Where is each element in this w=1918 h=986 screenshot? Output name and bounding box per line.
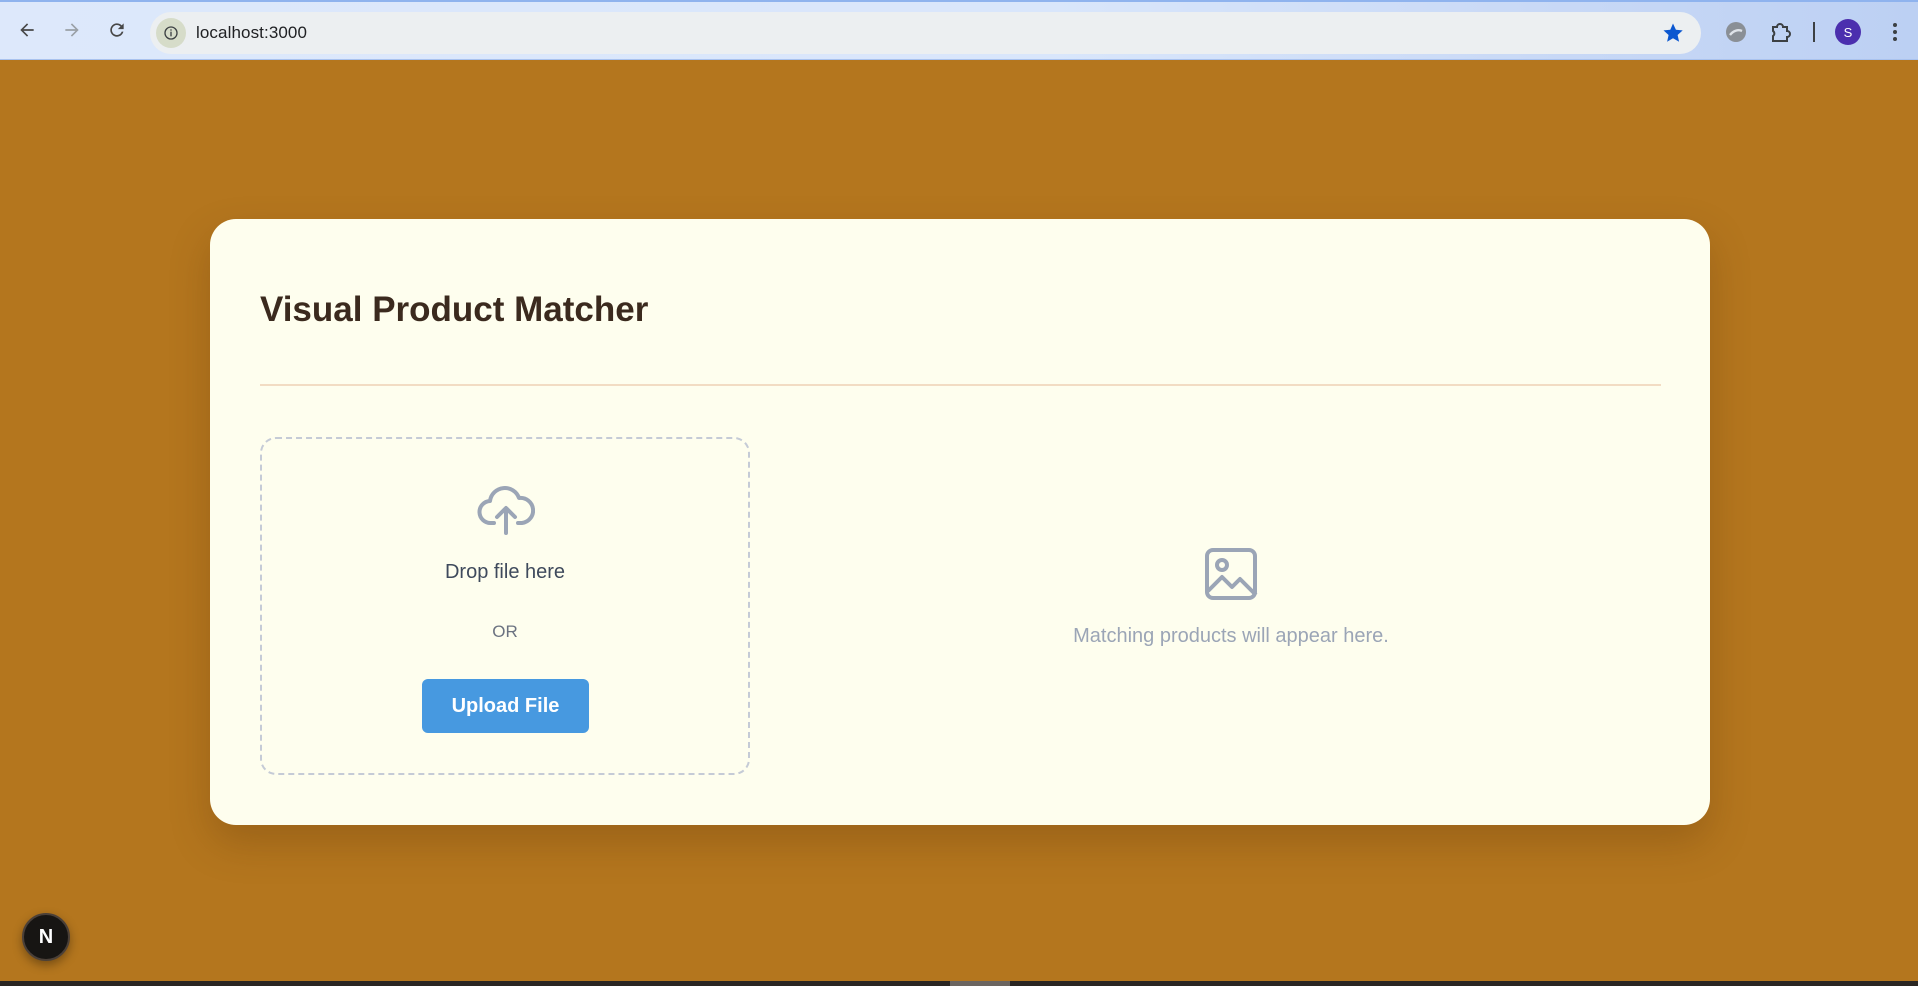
results-empty-message: Matching products will appear here. (1073, 625, 1389, 647)
star-icon[interactable] (1661, 21, 1685, 45)
browser-toolbar: localhost:3000 S (0, 0, 1918, 60)
toolbar-separator (1813, 22, 1815, 42)
page-title: Visual Product Matcher (260, 290, 649, 329)
matcher-card: Visual Product Matcher Drop file here OR… (210, 219, 1710, 825)
kebab-menu-icon[interactable] (1882, 19, 1908, 45)
cloud-upload-icon (477, 486, 535, 535)
nextjs-logo-icon: N (38, 925, 54, 948)
address-bar[interactable]: localhost:3000 (150, 12, 1701, 54)
arrow-right-icon (65, 23, 79, 37)
reload-icon (110, 23, 124, 37)
blocked-circle-icon[interactable] (1723, 19, 1749, 45)
back-button[interactable] (12, 15, 42, 45)
forward-button[interactable] (57, 15, 87, 45)
profile-avatar[interactable]: S (1835, 19, 1861, 45)
nextjs-dev-badge[interactable]: N (22, 913, 70, 961)
info-icon (164, 26, 178, 40)
bottom-scroll-thumb[interactable] (950, 981, 1010, 986)
site-info-button[interactable] (156, 18, 186, 48)
upload-file-button[interactable]: Upload File (422, 679, 589, 733)
image-placeholder-icon (1205, 548, 1258, 600)
file-dropzone[interactable]: Drop file here OR Upload File (260, 437, 750, 775)
url-text[interactable]: localhost:3000 (196, 23, 307, 43)
arrow-left-icon (20, 23, 34, 37)
or-label: OR (492, 622, 518, 641)
drop-file-label: Drop file here (444, 561, 566, 583)
title-divider (260, 384, 1661, 386)
reload-button[interactable] (102, 15, 132, 45)
puzzle-icon[interactable] (1768, 19, 1794, 45)
